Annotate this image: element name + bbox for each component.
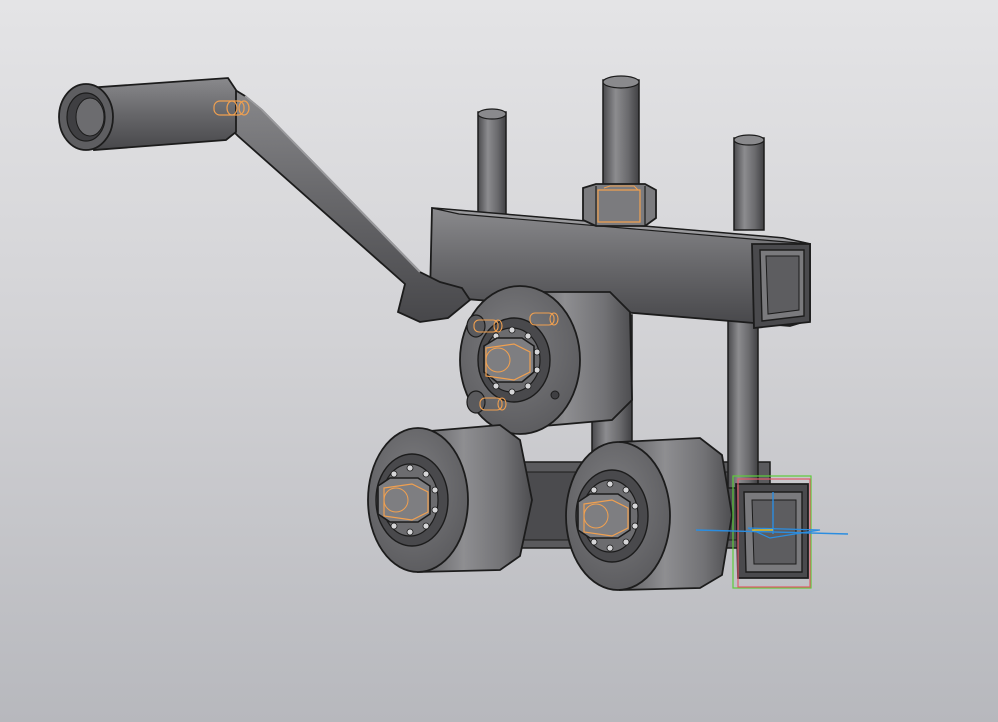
adjusting-nut[interactable] (582, 183, 657, 227)
cad-3d-viewport[interactable] (0, 0, 998, 722)
crank-arm[interactable] (221, 80, 472, 323)
handle-grip[interactable] (58, 77, 250, 151)
lower-roller-right[interactable] (565, 437, 733, 591)
upper-roller[interactable] (459, 285, 633, 435)
lower-roller-left[interactable] (367, 424, 533, 573)
cad-model-view[interactable] (0, 0, 998, 722)
